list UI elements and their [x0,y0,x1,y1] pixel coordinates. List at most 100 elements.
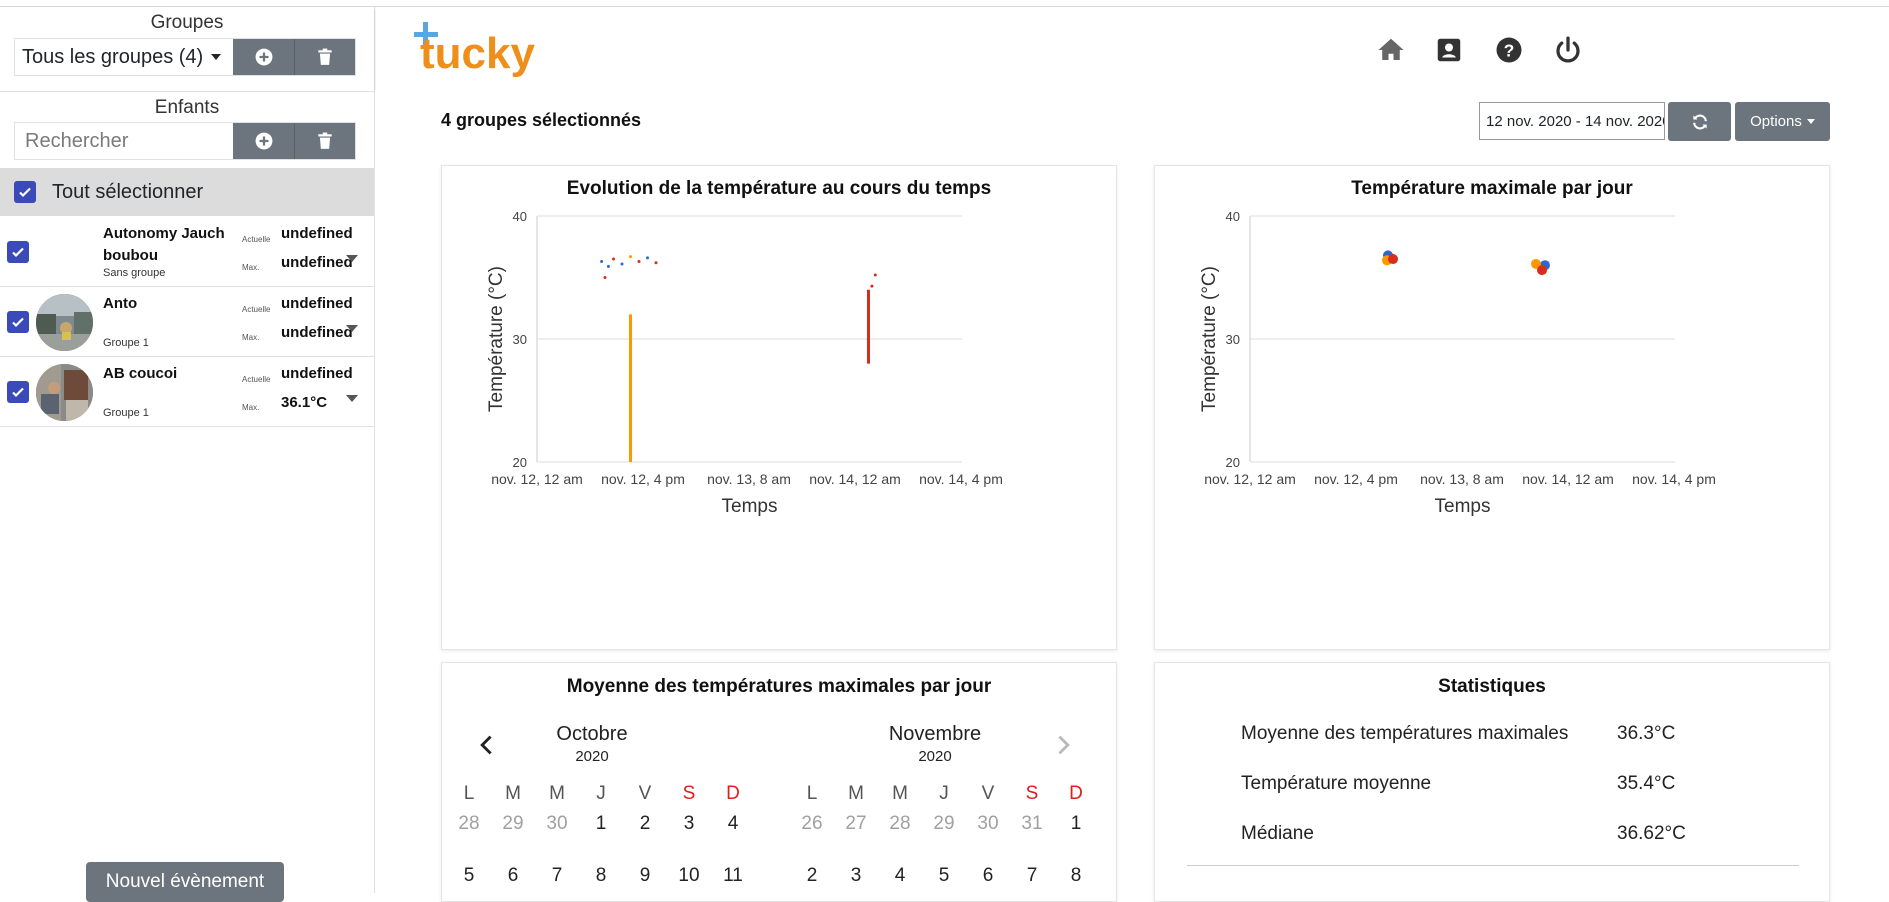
home-icon[interactable] [1376,35,1406,65]
calendar-day[interactable]: 30 [968,813,1008,835]
calendar-day[interactable]: 27 [836,813,876,835]
tucky-logo[interactable]: tucky [414,18,544,80]
caret-down-icon [211,54,222,60]
data-point [606,264,610,268]
avatar [36,294,93,351]
calendar-day[interactable]: 28 [880,813,920,835]
child-row[interactable]: AB coucoi Groupe 1 Actuelle undefined Ma… [0,357,374,427]
select-all-label: Tout sélectionner [52,180,204,203]
calendar-day[interactable]: 26 [792,813,832,835]
calendar-day[interactable]: 3 [669,813,709,835]
child-checkbox[interactable] [7,311,29,333]
data-point [603,276,607,279]
current-value: undefined [281,295,353,312]
calendar-weekday: M [549,783,565,804]
power-glyph [1556,36,1580,63]
data-point [629,255,632,259]
calendar-day[interactable]: 11 [713,865,753,887]
new-event-button[interactable]: Nouvel évènement [86,862,284,902]
x-tick-label: nov. 12, 4 pm [1314,471,1398,487]
add-group-button[interactable] [233,39,294,75]
max-temp-point [1388,254,1398,265]
refresh-button[interactable] [1668,102,1731,141]
calendar-weekday: S [682,783,696,804]
add-child-button[interactable] [233,123,294,159]
contact-card-icon[interactable] [1434,35,1464,65]
data-point [637,260,641,264]
calendar-weekday: L [463,783,475,804]
power-icon[interactable] [1553,35,1583,65]
help-icon[interactable]: ? [1494,35,1524,65]
delete-child-button[interactable] [294,123,355,159]
calendar-year: 2020 [918,748,952,765]
sidebar: Groupes Tous les groupes (4) Enfants Rec… [0,7,375,902]
calendar-day[interactable]: 28 [449,813,489,835]
calendar-day[interactable]: 1 [581,813,621,835]
calendar-day[interactable]: 10 [669,865,709,887]
y-tick-label: 20 [513,455,527,470]
trash-icon [318,48,332,65]
options-button[interactable]: Options [1735,102,1830,141]
current-value: undefined [281,225,353,242]
search-input[interactable]: Rechercher [15,123,233,159]
x-tick-label: nov. 12, 12 am [491,471,583,487]
child-row[interactable]: Anto Groupe 1 Actuelle undefined Max. un… [0,287,374,357]
calendar-weekday: L [806,783,818,804]
y-axis-label: Température (°C) [486,266,507,412]
current-label: Actuelle [242,235,271,244]
children-title: Enfants [154,97,220,118]
calendar-day[interactable]: 5 [924,865,964,887]
expand-arrow-icon[interactable] [346,325,358,332]
calendar-day[interactable]: 7 [1012,865,1052,887]
date-range-input[interactable]: 12 nov. 2020 - 14 nov. 2020 [1479,102,1665,140]
calendar-weekday: M [848,783,864,804]
groups-select[interactable]: Tous les groupes (4) [15,39,233,75]
groups-control: Tous les groupes (4) [14,38,356,76]
header: tucky ? [376,7,1889,88]
max-label: Max. [242,333,260,342]
child-name: AB coucoi [103,365,178,382]
max-temp-point [1537,265,1547,276]
calendar-day[interactable]: 29 [493,813,533,835]
calendar-day[interactable]: 8 [1056,865,1096,887]
calendar-day[interactable]: 2 [625,813,665,835]
x-tick-label: nov. 12, 4 pm [601,471,685,487]
stat-label: Médiane [1241,823,1314,844]
selection-title: 4 groupes sélectionnés [441,110,642,130]
expand-arrow-icon[interactable] [346,395,358,402]
stat-value: 35.4°C [1617,773,1676,794]
select-all-row[interactable]: Tout sélectionner [0,168,374,216]
calendar-day[interactable]: 29 [924,813,964,835]
data-point [600,260,604,264]
calendar-day[interactable]: 30 [537,813,577,835]
checkmark-icon [12,317,24,328]
child-row[interactable]: Autonomy Jauch boubou Sans groupe Actuel… [0,217,374,287]
calendar-day[interactable]: 5 [449,865,489,887]
x-axis-label: Temps [1435,496,1491,517]
temperature-evolution-card: Evolution de la température au cours du … [441,165,1117,650]
calendar-day[interactable]: 9 [625,865,665,887]
checkmark-icon [19,187,31,198]
expand-arrow-icon[interactable] [346,255,358,262]
max-value: undefined [281,254,353,271]
calendar-day[interactable]: 2 [792,865,832,887]
max-value: undefined [281,324,353,341]
calendar-day[interactable]: 1 [1056,813,1096,835]
child-checkbox[interactable] [7,381,29,403]
calendar-day[interactable]: 6 [493,865,533,887]
calendar-day[interactable]: 4 [713,813,753,835]
calendar-weekday: J [939,783,949,804]
temperature-evolution-chart: 40 30 20nov. 12, 12 am nov. 12, 4 pm nov. 13… [486,209,1003,517]
calendar-day[interactable]: 8 [581,865,621,887]
child-checkbox[interactable] [7,241,29,263]
calendar-day[interactable]: 4 [880,865,920,887]
calendar-day[interactable]: 3 [836,865,876,887]
delete-group-button[interactable] [294,39,355,75]
calendar-day[interactable]: 6 [968,865,1008,887]
calendar-day[interactable]: 31 [1012,813,1052,835]
home-glyph [1378,38,1404,60]
select-all-checkbox[interactable] [14,181,36,203]
data-point [654,261,658,265]
groups-title: Groupes [150,12,224,33]
calendar-day[interactable]: 7 [537,865,577,887]
